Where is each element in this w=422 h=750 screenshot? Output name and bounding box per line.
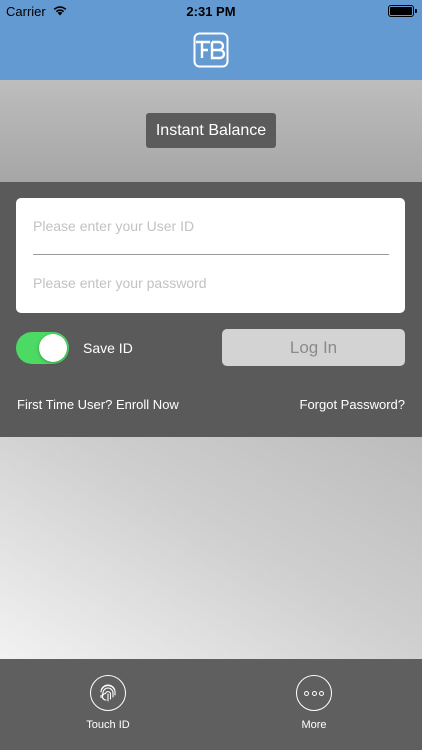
- forgot-password-link[interactable]: Forgot Password?: [300, 397, 406, 412]
- login-panel: Save ID Log In First Time User? Enroll N…: [0, 182, 422, 437]
- status-bar: Carrier 2:31 PM: [0, 0, 422, 22]
- tab-bar: Touch ID More: [0, 659, 422, 750]
- save-id-label: Save ID: [83, 340, 133, 356]
- tab-touch-id-label: Touch ID: [86, 719, 130, 731]
- nav-bar: [0, 22, 422, 80]
- save-id-toggle[interactable]: [16, 332, 69, 364]
- toggle-knob: [39, 334, 67, 362]
- password-input[interactable]: [33, 255, 389, 311]
- tab-more-label: More: [301, 719, 327, 731]
- header-area: Instant Balance: [0, 80, 422, 182]
- content-area: [0, 437, 422, 659]
- credentials-card: [16, 198, 405, 313]
- instant-balance-button[interactable]: Instant Balance: [146, 113, 276, 148]
- login-button[interactable]: Log In: [222, 329, 405, 366]
- tab-touch-id[interactable]: Touch ID: [68, 675, 148, 731]
- fb-logo-icon: [193, 32, 229, 68]
- battery-icon: [388, 5, 417, 17]
- clock: 2:31 PM: [186, 4, 236, 19]
- enroll-link[interactable]: First Time User? Enroll Now: [17, 397, 179, 412]
- more-dots-icon: [296, 675, 332, 711]
- user-id-input[interactable]: [33, 198, 389, 254]
- tab-more[interactable]: More: [274, 675, 354, 731]
- fingerprint-icon: [90, 675, 126, 711]
